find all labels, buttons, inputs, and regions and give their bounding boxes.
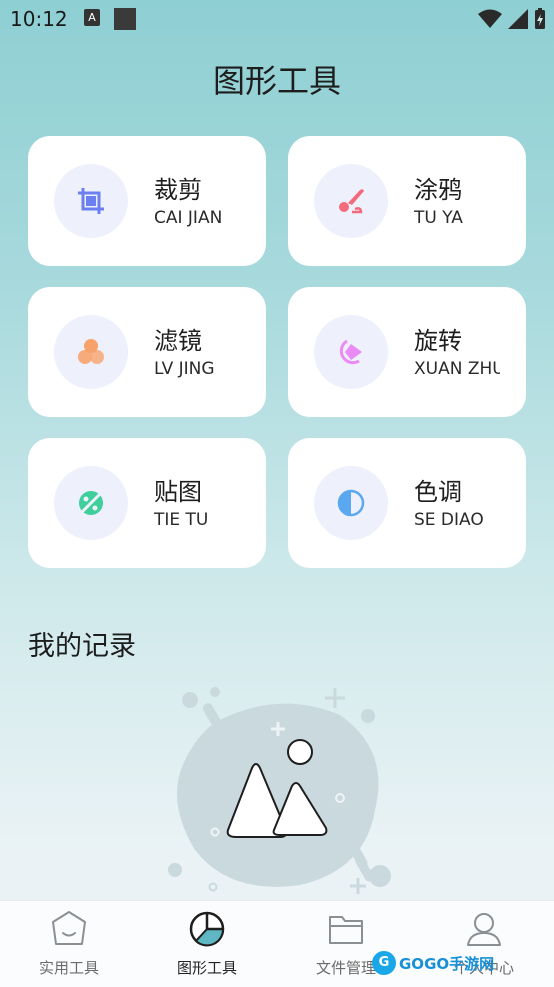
filter-icon (78, 339, 104, 364)
tool-subtitle: LV JING (154, 359, 215, 379)
graphics-icon (189, 911, 225, 947)
person-icon (467, 913, 501, 946)
tool-title: 涂鸦 (414, 176, 462, 204)
signal-icon (508, 9, 528, 29)
tool-title: 裁剪 (154, 176, 202, 204)
status-time: 10:12 (10, 7, 68, 31)
tool-title: 色调 (414, 478, 462, 506)
tool-icon-bg (54, 466, 128, 540)
battery-icon (535, 8, 545, 29)
tool-subtitle: SE DIAO (414, 510, 484, 530)
tool-title: 滤镜 (154, 327, 202, 355)
brush-icon (339, 189, 364, 214)
tool-icon-bg (314, 164, 388, 238)
tool-icon-bg (54, 315, 128, 389)
rotate-icon (339, 339, 362, 365)
tool-card-crop[interactable]: 裁剪 CAI JIAN (28, 136, 266, 266)
records-title: 我的记录 (28, 631, 136, 662)
notification-a-icon: A (84, 9, 100, 26)
tool-card-sticker[interactable]: 贴图 TIE TU (28, 438, 266, 568)
page-title: 图形工具 (212, 62, 341, 100)
tool-card-tone[interactable]: 色调 SE DIAO (288, 438, 526, 568)
tool-title: 旋转 (414, 327, 462, 355)
tool-icon-bg (54, 164, 128, 238)
tool-card-rotate[interactable]: 旋转 XUAN ZHUAN (288, 287, 526, 417)
tool-subtitle: CAI JIAN (154, 208, 223, 228)
crop-icon (78, 188, 104, 214)
watermark-logo-icon: G (372, 951, 396, 975)
status-bar: 10:12 A (0, 0, 554, 38)
tool-card-filter[interactable]: 滤镜 LV JING (28, 287, 266, 417)
tool-icon-bg (314, 466, 388, 540)
tool-subtitle: TU YA (414, 208, 463, 228)
folder-icon (329, 916, 363, 944)
status-icons (478, 8, 546, 30)
tool-subtitle: XUAN ZHUAN (414, 359, 500, 379)
wifi-icon (478, 9, 502, 28)
tool-card-doodle[interactable]: 涂鸦 TU YA (288, 136, 526, 266)
notification-square-icon (114, 8, 136, 30)
home-icon (52, 911, 86, 945)
nav-tab-utility-tools[interactable]: 实用工具 (0, 901, 138, 987)
tool-icon-bg (314, 315, 388, 389)
nav-tab-graphics-tools[interactable]: 图形工具 (138, 901, 276, 987)
tone-icon (337, 489, 365, 517)
nav-label: 实用工具 (38, 959, 99, 977)
empty-records-illustration (168, 687, 391, 894)
watermark-text: GOGO手游网 (399, 954, 495, 973)
sticker-icon (79, 491, 103, 515)
watermark: G GOGO手游网 (372, 948, 494, 978)
nav-label: 图形工具 (176, 959, 237, 977)
tool-subtitle: TIE TU (154, 510, 209, 530)
tool-title: 贴图 (154, 478, 202, 506)
